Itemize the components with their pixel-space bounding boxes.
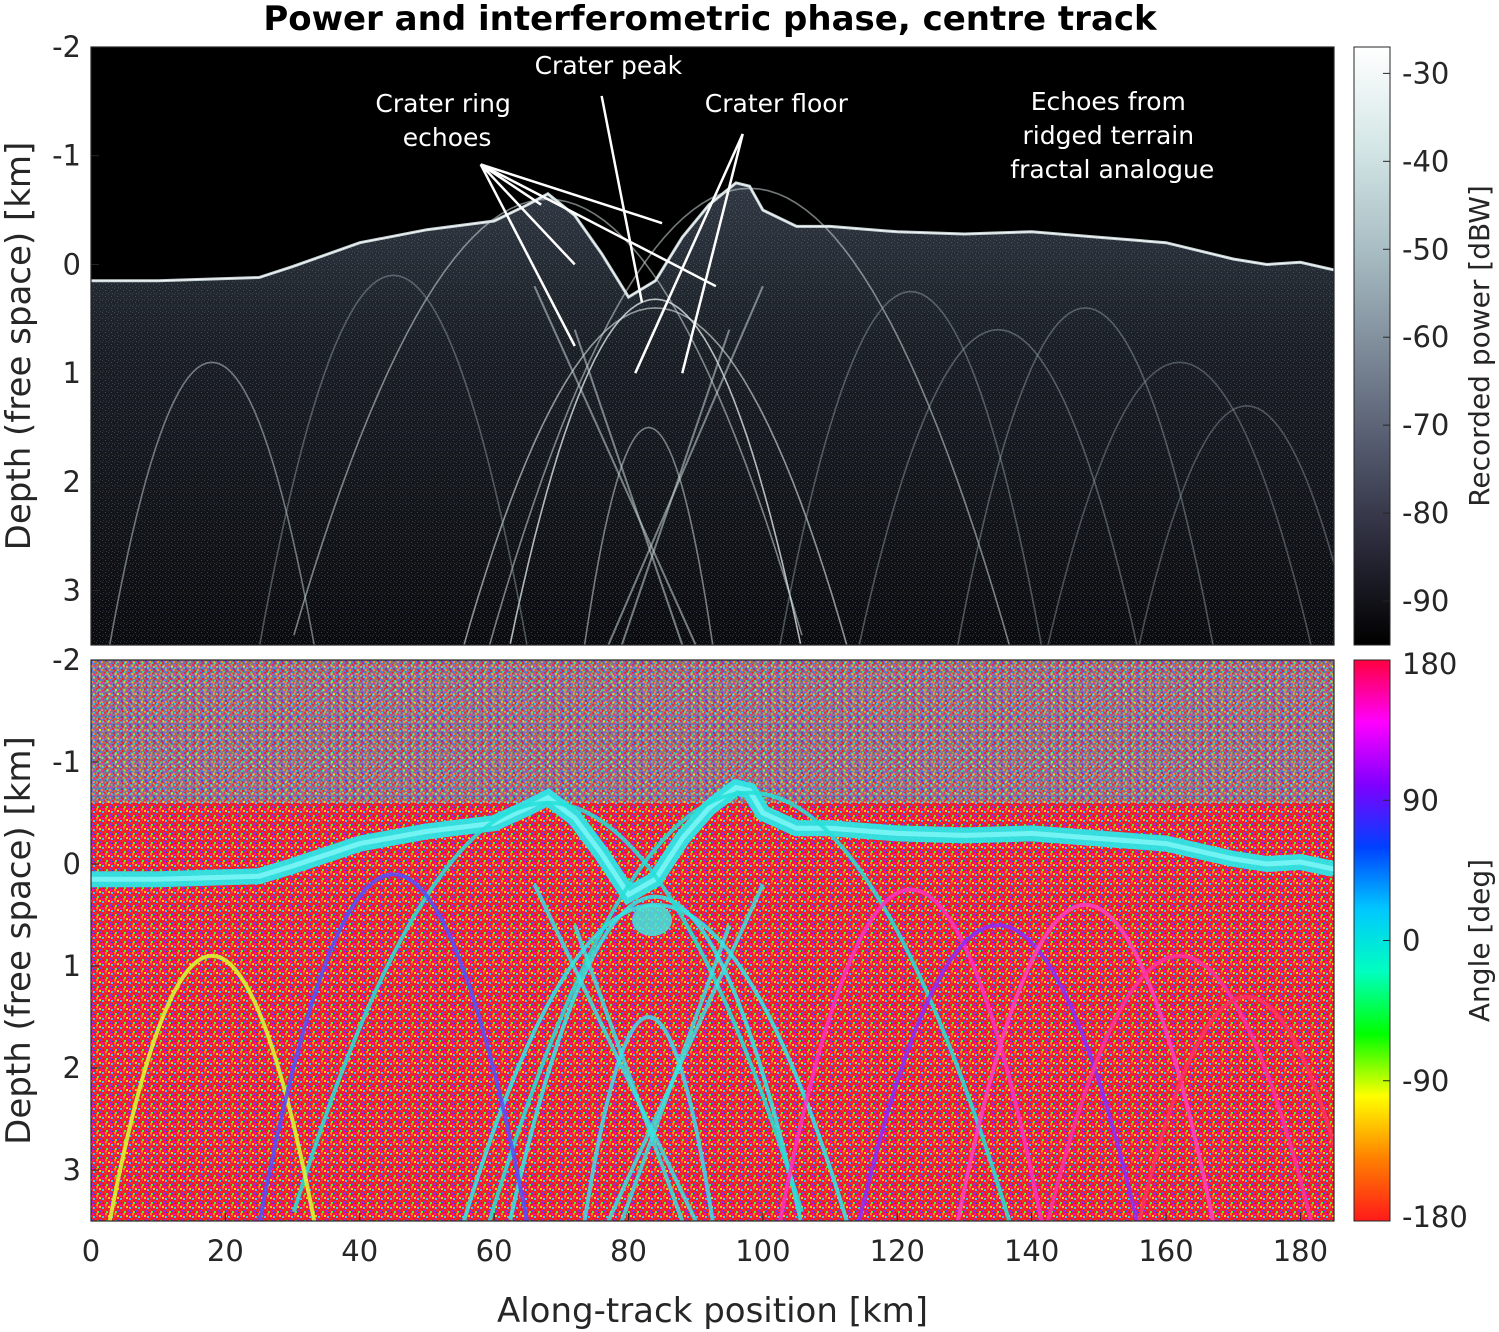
x-tick-label: 160: [1138, 1234, 1193, 1268]
power-colorbar-label: Recorded power [dBW]: [1463, 185, 1496, 507]
annotation-line: fractal analogue: [1010, 155, 1214, 184]
colorbar-tick-label: -90: [1402, 1064, 1449, 1098]
figure: Power and interferometric phase, centre …: [0, 0, 1496, 1331]
crater-peak-phase-blob: [632, 904, 673, 937]
x-tick-label: 40: [341, 1234, 378, 1268]
x-tick-label: 80: [610, 1234, 647, 1268]
annotation-ridged-terrain: Echoes from ridged terrain fractal analo…: [1010, 87, 1214, 184]
y-tick-label: -2: [52, 643, 81, 677]
phase-noise-above-surface: [91, 660, 1334, 803]
colorbar-tick-label: -50: [1402, 232, 1449, 266]
x-tick-label: 60: [476, 1234, 513, 1268]
x-tick-label: 100: [735, 1234, 790, 1268]
y-tick-label: 0: [63, 847, 81, 881]
power-y-axis-label: Depth (free space) [km]: [0, 142, 39, 551]
colorbar-tick-label: 0: [1402, 924, 1420, 958]
power-colorbar-ticks: -30 -40 -50 -60 -70 -80 -90: [1383, 56, 1449, 618]
colorbar-tick-label: -60: [1402, 320, 1449, 354]
annotation-line: echoes: [403, 123, 492, 152]
phase-y-axis-label: Depth (free space) [km]: [0, 736, 39, 1145]
x-tick-label: 0: [82, 1234, 100, 1268]
colorbar-tick-label: -80: [1402, 496, 1449, 530]
y-tick-label: 2: [63, 465, 81, 499]
annotation-line: ridged terrain: [1023, 121, 1195, 150]
colorbar-tick-label: -30: [1402, 56, 1449, 90]
colorbar-tick-label: -70: [1402, 408, 1449, 442]
y-tick-label: -2: [52, 30, 81, 64]
x-tick-label: 180: [1273, 1234, 1328, 1268]
y-tick-label: 3: [63, 1153, 81, 1187]
y-tick-label: 1: [63, 949, 81, 983]
annotation-line: Echoes from: [1031, 87, 1186, 116]
colorbar-tick-label: 180: [1402, 647, 1457, 681]
x-axis-label: Along-track position [km]: [497, 1291, 928, 1331]
chart-title: Power and interferometric phase, centre …: [263, 0, 1158, 39]
colorbar-tick-label: -40: [1402, 144, 1449, 178]
y-tick-label: 1: [63, 356, 81, 390]
power-colorbar: -30 -40 -50 -60 -70 -80 -90 Recorded power [dB…: [1353, 46, 1496, 646]
annotation-line: Crater peak: [535, 51, 683, 80]
y-tick-label: -1: [52, 139, 81, 173]
y-tick-label: -1: [52, 745, 81, 779]
phase-radargram-panel: -2 -1 0 1 2 3 0 20 40 60 80 100 120 140 160 180 Depth …: [0, 643, 1335, 1331]
annotation-line: Crater floor: [705, 89, 849, 118]
x-tick-label: 140: [1004, 1234, 1059, 1268]
colorbar-tick-label: 90: [1402, 783, 1439, 817]
phase-colorbar-label: Angle [deg]: [1463, 859, 1496, 1022]
annotation-crater-floor: Crater floor: [705, 89, 849, 118]
x-tick-label: 20: [207, 1234, 244, 1268]
x-tick-label: 120: [870, 1234, 925, 1268]
colorbar-tick-label: -90: [1402, 584, 1449, 618]
y-tick-label: 2: [63, 1051, 81, 1085]
phase-colorbar-ticks: 180 90 0 -90 -180: [1383, 647, 1468, 1234]
power-colorbar-bar: [1353, 46, 1391, 646]
colorbar-tick-label: -180: [1402, 1200, 1468, 1234]
annotation-line: Crater ring: [375, 89, 510, 118]
power-radargram-panel: -2 -1 0 1 2 3 Depth (free space) [km] Crater …: [0, 30, 1335, 646]
phase-colorbar: 180 90 0 -90 -180 Angle [deg]: [1353, 647, 1496, 1234]
y-tick-label: 3: [63, 574, 81, 608]
annotation-crater-peak: Crater peak: [535, 51, 683, 80]
y-tick-label: 0: [63, 247, 81, 281]
